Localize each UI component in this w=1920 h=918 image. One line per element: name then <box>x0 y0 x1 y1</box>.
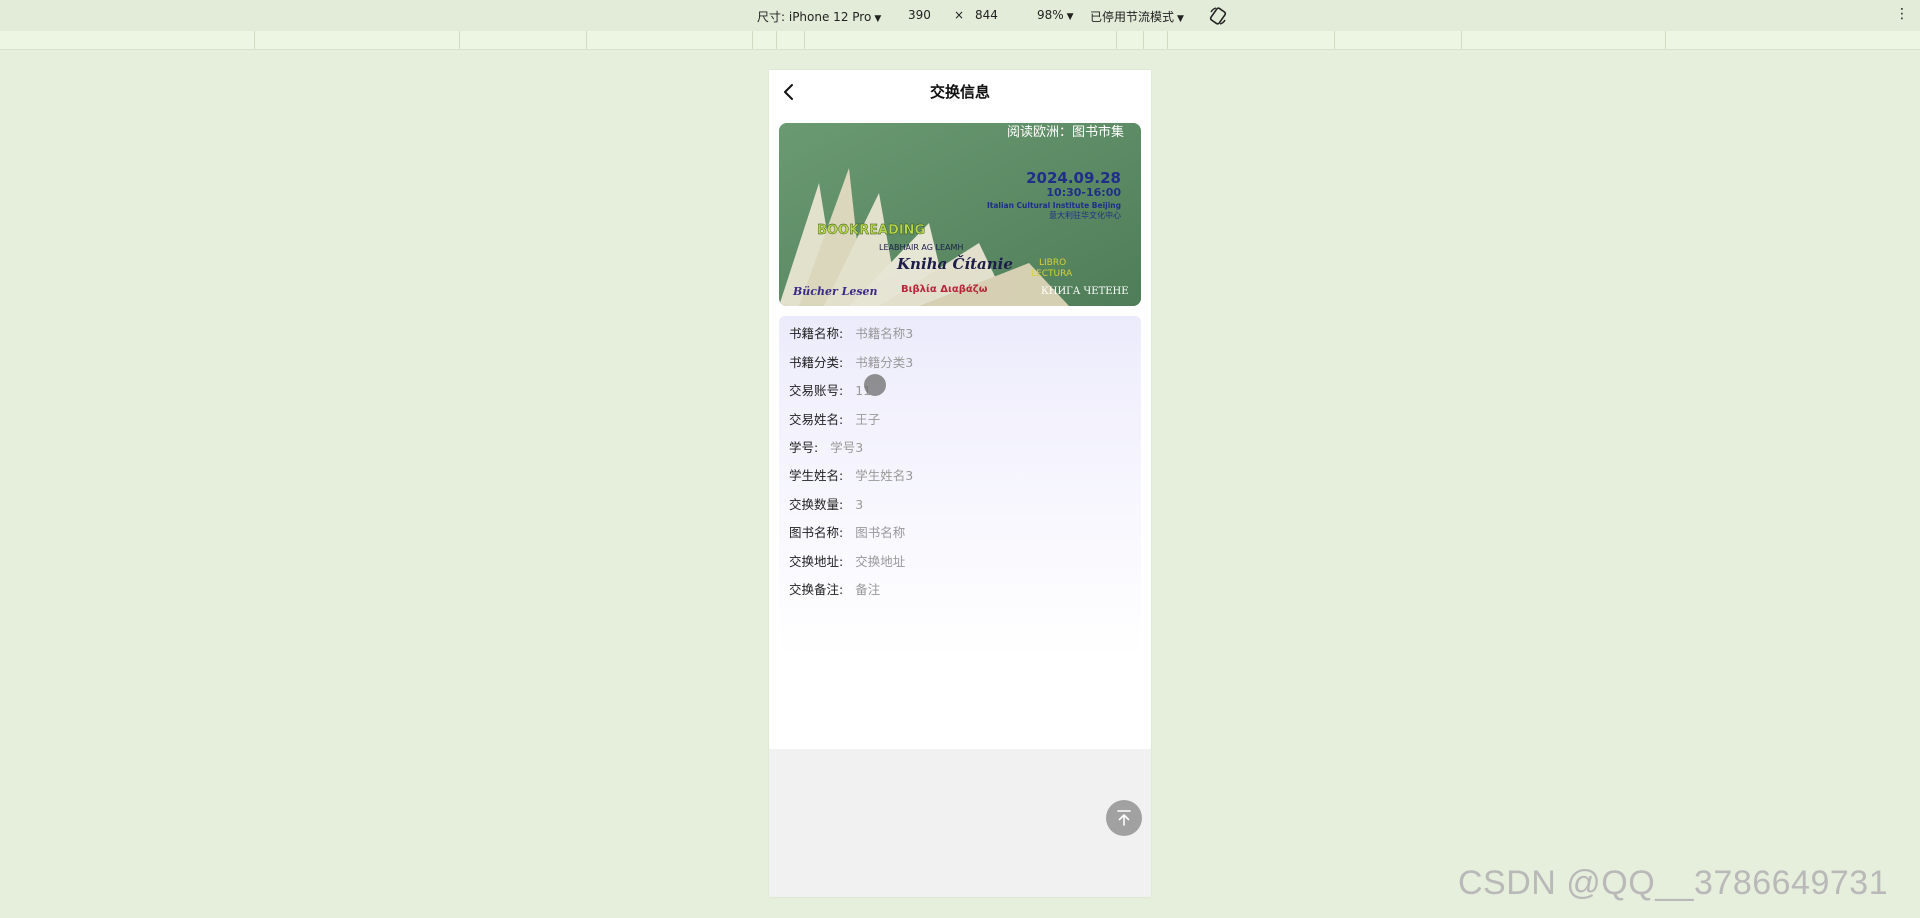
rotate-icon[interactable] <box>1208 6 1228 26</box>
detail-label: 书籍名称: <box>789 326 844 341</box>
detail-label: 书籍分类: <box>789 355 844 370</box>
viewport-height-input[interactable]: 844 <box>975 8 998 22</box>
ruler-tick <box>1143 31 1144 49</box>
detail-label: 交易姓名: <box>789 412 844 427</box>
detail-label: 交换数量: <box>789 497 844 512</box>
banner-date: 2024.09.28 <box>1026 169 1121 187</box>
banner-artwork: 阅读欧洲：图书市集 2024.09.28 10:30-16:00 Italian… <box>779 123 1141 306</box>
banner-venue-cn: 意大利驻华文化中心 <box>1049 210 1121 220</box>
watermark: CSDN @QQ__3786649731 <box>1458 864 1889 902</box>
detail-value: 3 <box>855 497 864 512</box>
ruler-tick <box>254 31 255 49</box>
ruler-tick <box>459 31 460 49</box>
detail-value: 王子 <box>855 412 881 427</box>
ruler-tick <box>586 31 587 49</box>
ruler-tick <box>804 31 805 49</box>
banner-word: LECTURA <box>1031 269 1073 279</box>
detail-row-book-name: 书籍名称: 书籍名称3 <box>789 324 913 344</box>
detail-row-trade-account: 交易账号: 11 <box>789 381 871 401</box>
banner-title: 阅读欧洲：图书市集 <box>1007 124 1124 140</box>
detail-value: 图书名称 <box>855 525 906 540</box>
detail-row-student-name: 学生姓名: 学生姓名3 <box>789 466 913 486</box>
exchange-info-card: 书籍名称: 书籍名称3 书籍分类: 书籍分类3 交易账号: 11 交易姓名: 王子 学号… <box>779 316 1141 658</box>
caret-down-icon: ▼ <box>874 14 882 24</box>
dimension-separator: × <box>954 8 965 22</box>
banner-word: Bücher Lesen <box>792 285 878 298</box>
ruler-tick <box>1665 31 1666 49</box>
detail-row-student-id: 学号: 学号3 <box>789 438 863 458</box>
detail-value: 书籍名称3 <box>855 326 914 341</box>
banner-word: КНИГА ЧЕТЕНЕ <box>1041 286 1129 297</box>
banner-word: Βιβλία Διαβάζω <box>901 283 988 295</box>
devtools-device-toolbar: 尺寸: iPhone 12 Pro ▼ 390 × 844 98% ▼ 已停用节流模… <box>0 0 1920 32</box>
banner-time: 10:30-16:00 <box>1046 186 1121 199</box>
banner-word: LEABHAIR AG LEAMH <box>879 243 963 252</box>
caret-down-icon: ▼ <box>1177 14 1184 24</box>
ruler-tick <box>1334 31 1335 49</box>
arrow-up-to-top-icon <box>1117 810 1131 826</box>
detail-row-book-category: 书籍分类: 书籍分类3 <box>789 353 913 373</box>
banner-word: Kniha Čítanie <box>896 255 1013 273</box>
detail-row-library-book-name: 图书名称: 图书名称 <box>789 523 905 543</box>
zoom-select[interactable]: 98% ▼ <box>1037 8 1074 22</box>
media-query-ruler <box>0 31 1920 50</box>
detail-value: 交换地址 <box>855 554 906 569</box>
banner-word: BOOKREADING <box>817 223 925 238</box>
detail-value: 备注 <box>855 582 881 597</box>
ruler-tick <box>752 31 753 49</box>
throttle-select[interactable]: 已停用节流模式 ▼ <box>1090 8 1184 25</box>
detail-label: 学号: <box>789 440 819 455</box>
phone-viewport: 交换信息 阅读欧洲：图书市集 2024.09.28 10:30-16:00 It… <box>769 70 1151 897</box>
touch-cursor-indicator <box>864 374 886 396</box>
zoom-label: 98% <box>1037 8 1064 22</box>
book-banner-image: 阅读欧洲：图书市集 2024.09.28 10:30-16:00 Italian… <box>779 123 1141 306</box>
device-label: 尺寸: iPhone 12 Pro <box>757 10 872 24</box>
detail-content: 阅读欧洲：图书市集 2024.09.28 10:30-16:00 Italian… <box>769 114 1151 749</box>
banner-word: LIBRO <box>1039 258 1066 268</box>
banner-venue-en: Italian Cultural Institute Beijing <box>987 201 1121 210</box>
ruler-tick <box>1116 31 1117 49</box>
ruler-tick <box>776 31 777 49</box>
throttle-label: 已停用节流模式 <box>1090 10 1175 24</box>
detail-label: 交换地址: <box>789 554 844 569</box>
detail-label: 图书名称: <box>789 525 844 540</box>
detail-row-exchange-remark: 交换备注: 备注 <box>789 580 880 600</box>
ruler-tick <box>1461 31 1462 49</box>
detail-row-trade-name: 交易姓名: 王子 <box>789 410 880 430</box>
detail-label: 学生姓名: <box>789 468 844 483</box>
detail-label: 交易账号: <box>789 383 844 398</box>
caret-down-icon: ▼ <box>1066 12 1074 22</box>
kebab-menu-icon[interactable]: ⋮ <box>1895 7 1909 21</box>
detail-row-exchange-address: 交换地址: 交换地址 <box>789 552 905 572</box>
detail-value: 学生姓名3 <box>855 468 914 483</box>
ruler-tick <box>1167 31 1168 49</box>
device-select[interactable]: 尺寸: iPhone 12 Pro ▼ <box>757 8 881 25</box>
back-to-top-button[interactable] <box>1106 800 1142 836</box>
detail-value: 学号3 <box>830 440 864 455</box>
detail-value: 书籍分类3 <box>855 355 914 370</box>
nav-bar: 交换信息 <box>769 70 1151 114</box>
viewport-width-input[interactable]: 390 <box>908 8 931 22</box>
detail-row-exchange-quantity: 交换数量: 3 <box>789 495 863 515</box>
detail-label: 交换备注: <box>789 582 844 597</box>
page-title: 交换信息 <box>929 83 990 101</box>
